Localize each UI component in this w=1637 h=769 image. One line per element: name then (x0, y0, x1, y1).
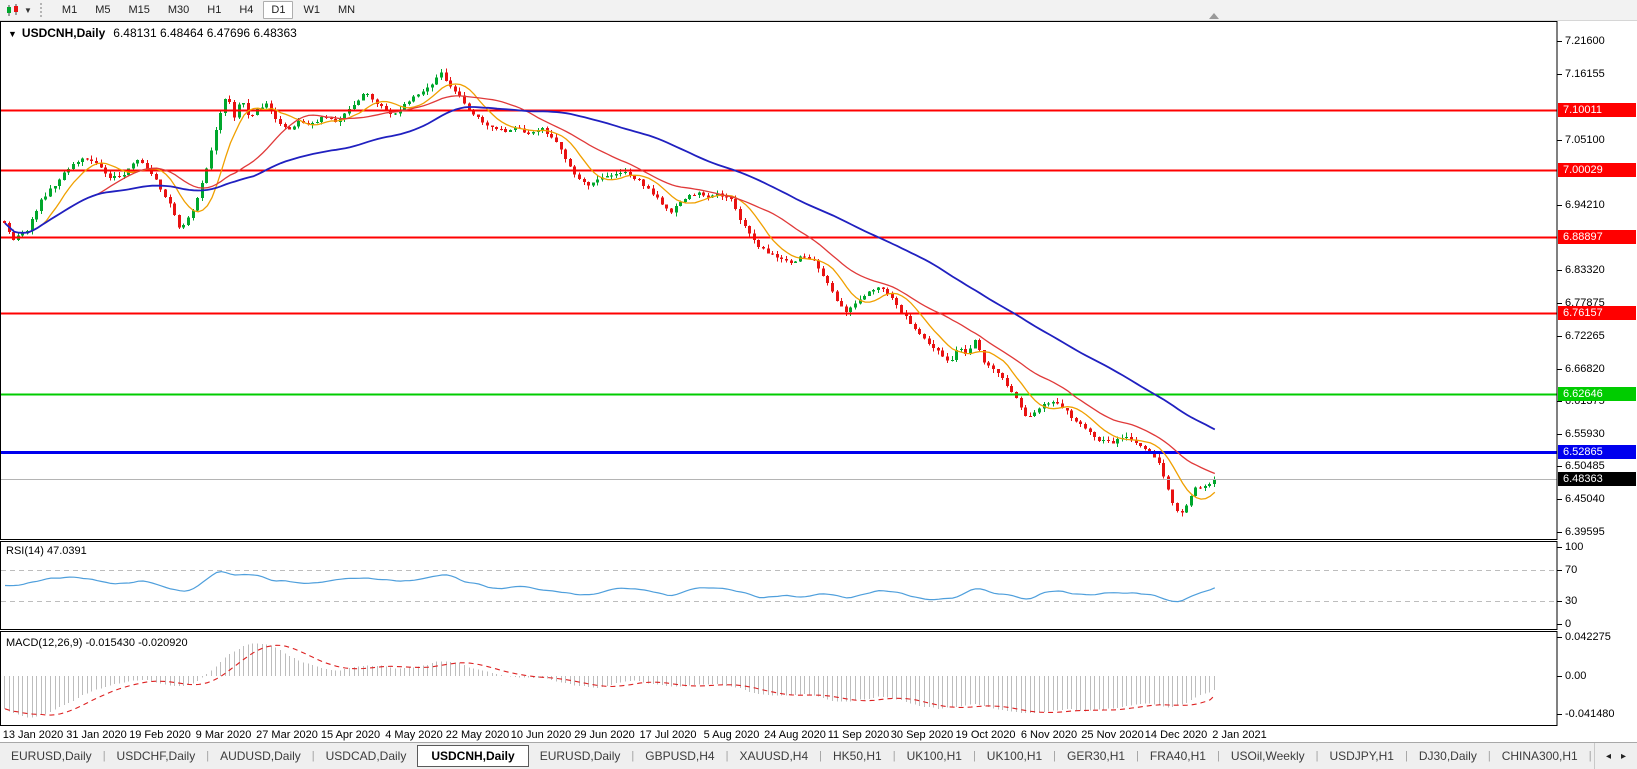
resistance-price-badge: 6.76157 (1558, 305, 1636, 320)
macd-axis-tick: 0.00 (1565, 670, 1587, 682)
date-axis-label: 5 Aug 2020 (703, 729, 760, 741)
symbol-tab-USDCHF-Daily[interactable]: USDCHF,Daily (106, 745, 207, 767)
date-axis-label: 13 Jan 2020 (2, 729, 64, 741)
price-axis-tick: 6.55930 (1565, 427, 1605, 440)
rsi-indicator-label: RSI(14) 47.0391 (6, 545, 87, 557)
symbol-tab-AUDUSD-Daily[interactable]: AUDUSD,Daily (209, 745, 312, 767)
tabbar-scroll-right-icon[interactable]: ▸ (1616, 751, 1631, 762)
price-axis-tick: 6.83320 (1565, 264, 1605, 276)
symbol-tab-XAUUSD-H4[interactable]: XAUUSD,H4 (728, 745, 819, 767)
symbol-tab-USDCAD-Daily[interactable]: USDCAD,Daily (315, 745, 418, 767)
chart-symbol-label: USDCNH,Daily (21, 26, 106, 40)
date-axis-label: 19 Oct 2020 (955, 729, 1016, 741)
date-axis-label: 11 Sep 2020 (827, 729, 890, 741)
macd-axis-tick: -0.041480 (1565, 708, 1615, 721)
symbol-tab-DJ30-Daily[interactable]: DJ30,Daily (1408, 745, 1488, 767)
symbol-tab-USDCNH-Daily[interactable]: USDCNH,Daily (417, 745, 529, 767)
date-axis-label: 2 Jan 2021 (1212, 729, 1267, 741)
rsi-axis-tick: 70 (1565, 564, 1578, 577)
date-axis-label: 29 Jun 2020 (574, 729, 635, 741)
support-price-badge: 6.62646 (1558, 386, 1636, 401)
date-axis-label: 14 Dec 2020 (1144, 729, 1208, 741)
resistance-price-badge: 7.00029 (1558, 163, 1636, 177)
panel-frames (0, 21, 1558, 726)
chart-tab-bar: EURUSD,Daily | USDCHF,Daily | AUDUSD,Daily | U… (0, 742, 1637, 769)
rsi-axis-tick: 30 (1565, 594, 1578, 607)
symbol-tab-EURUSD-Daily[interactable]: EURUSD,Daily (529, 745, 632, 767)
price-axis-tick: 6.50485 (1565, 460, 1605, 473)
symbol-tab-HK50-H1[interactable]: HK50,H1 (822, 745, 893, 767)
date-axis-label: 17 Jul 2020 (639, 729, 697, 741)
symbol-tab-USDJPY-H1[interactable]: USDJPY,H1 (1318, 745, 1404, 767)
resistance-price-badge: 7.10011 (1558, 103, 1636, 118)
chart-ohlc-values: 6.48131 6.48464 6.47696 6.48363 (113, 26, 297, 40)
date-axis-label: 15 Apr 2020 (320, 729, 381, 741)
date-axis-label: 10 Jun 2020 (510, 729, 572, 741)
rsi-axis-tick: 100 (1565, 541, 1584, 553)
candles-and-lines-layer (1, 41, 1562, 718)
date-axis-label: 30 Sep 2020 (890, 729, 954, 741)
current-price-price-badge: 6.48363 (1558, 472, 1636, 487)
price-axis-tick: 6.72265 (1565, 330, 1605, 343)
macd-axis-tick: 0.042275 (1565, 631, 1611, 643)
price-axis-tick: 6.45040 (1565, 493, 1605, 505)
date-axis-label: 19 Feb 2020 (129, 729, 191, 741)
chart-dropdown-icon[interactable]: ▼ (8, 29, 17, 39)
macd-indicator-label: MACD(12,26,9) -0.015430 -0.020920 (6, 637, 188, 649)
price-axis-tick: 6.94210 (1565, 198, 1605, 211)
resistance-price-badge: 6.88897 (1558, 229, 1636, 244)
date-axis-label: 4 May 2020 (385, 729, 443, 741)
trading-terminal-window: ▼ M1 M5 M15 M30 H1 H4 D1 W1 MN ▼ USDCNH,Daily 6.48… (0, 0, 1637, 769)
chart-title: ▼ USDCNH,Daily 6.48131 6.48464 6.47696 6.4… (8, 26, 297, 40)
symbol-tab-GER30-H1[interactable]: GER30,H1 (1056, 745, 1136, 767)
price-axis-tick: 7.21600 (1565, 35, 1605, 47)
date-axis-label: 9 Mar 2020 (195, 729, 252, 741)
date-axis-label: 31 Jan 2020 (66, 729, 127, 741)
date-axis-label: 24 Aug 2020 (764, 729, 826, 741)
symbol-tab-EURUSD-Daily[interactable]: EURUSD,Daily (0, 745, 103, 767)
rsi-axis-tick: 0 (1565, 618, 1572, 630)
price-axis-tick: 6.39595 (1565, 525, 1605, 538)
chart-canvas[interactable] (0, 0, 1637, 742)
tabbar-scroll-left-icon[interactable]: ◂ (1601, 751, 1616, 762)
symbol-tab-USOil-Weekly[interactable]: USOil,Weekly (1220, 745, 1316, 767)
symbol-tab-UK100-H1[interactable]: UK100,H1 (896, 745, 973, 767)
indicator-lines-layer (4, 83, 1216, 716)
symbol-tab-GBPUSD-H4[interactable]: GBPUSD,H4 (634, 745, 725, 767)
date-axis-label: 25 Nov 2020 (1081, 729, 1144, 741)
price-axis-tick: 7.05100 (1565, 133, 1605, 146)
symbol-tab-CHINA300-H1[interactable]: CHINA300,H1 (1491, 745, 1589, 767)
date-axis-label: 22 May 2020 (445, 729, 510, 741)
tabbar-scroll-arrows: ◂ ▸ (1593, 743, 1637, 769)
symbol-tab-FRA40-H1[interactable]: FRA40,H1 (1139, 745, 1217, 767)
date-axis-label: 6 Nov 2020 (1020, 729, 1078, 741)
date-axis-label: 27 Mar 2020 (256, 729, 318, 741)
symbol-tab-UK100-H1[interactable]: UK100,H1 (976, 745, 1053, 767)
level-price-badge: 6.52865 (1558, 445, 1636, 460)
price-axis-tick: 6.66820 (1565, 362, 1605, 375)
price-axis-tick: 7.16155 (1565, 67, 1605, 80)
